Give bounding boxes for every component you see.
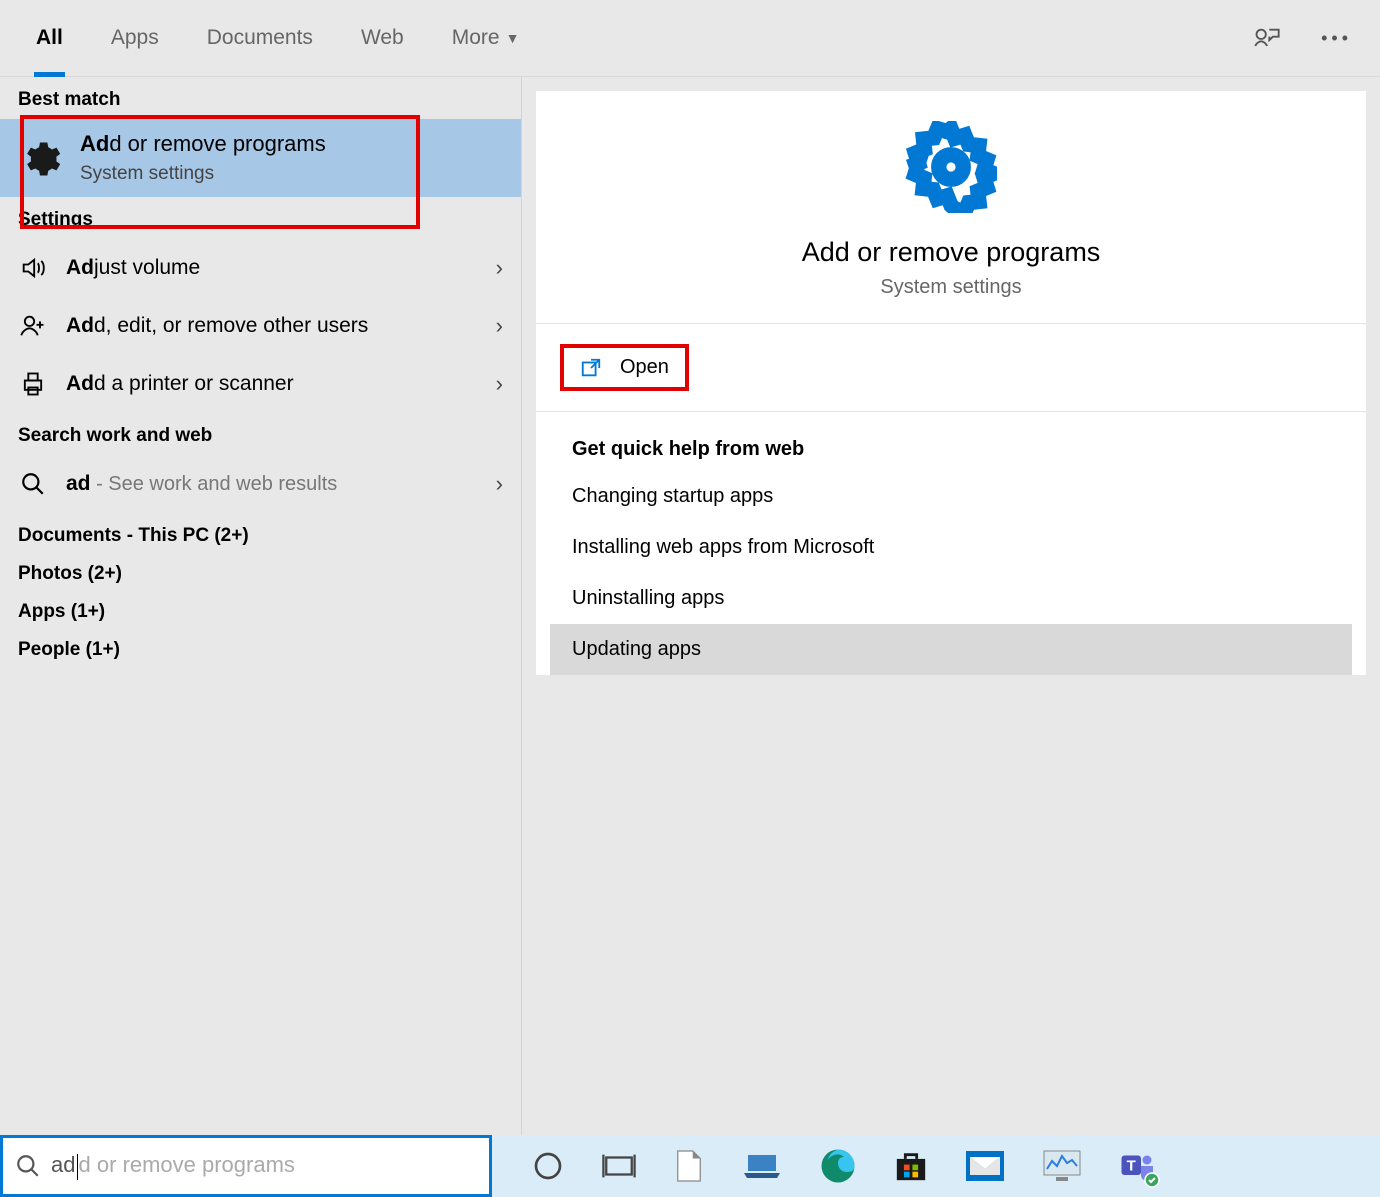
chevron-right-icon: › (496, 313, 503, 339)
preview-title: Add or remove programs (556, 237, 1346, 268)
microsoft-store-icon[interactable] (894, 1149, 928, 1183)
tab-documents[interactable]: Documents (183, 0, 337, 77)
chevron-right-icon: › (496, 255, 503, 281)
tab-web[interactable]: Web (337, 0, 428, 77)
group-people[interactable]: People (1+) (0, 627, 521, 665)
help-link-startup[interactable]: Changing startup apps (536, 471, 1366, 522)
open-label: Open (620, 356, 669, 379)
task-view-icon[interactable] (602, 1151, 636, 1181)
search-icon (15, 1153, 41, 1179)
feedback-icon[interactable] (1253, 25, 1281, 53)
search-work-web-label: Search work and web (0, 413, 521, 455)
tab-all[interactable]: All (12, 0, 87, 77)
filter-tabs: All Apps Documents Web More ▼ ••• (0, 0, 1380, 77)
cortana-icon[interactable] (532, 1150, 564, 1182)
gear-icon (556, 121, 1346, 213)
tab-more[interactable]: More ▼ (428, 0, 544, 77)
chevron-down-icon: ▼ (506, 30, 520, 46)
svg-text:T: T (1127, 1158, 1136, 1175)
chevron-right-icon: › (496, 371, 503, 397)
settings-item-other-users[interactable]: Add, edit, or remove other users › (0, 297, 521, 355)
settings-item-printer[interactable]: Add a printer or scanner › (0, 355, 521, 413)
search-input[interactable]: add or remove programs (0, 1135, 492, 1197)
gear-icon (18, 131, 62, 181)
best-match-label: Best match (0, 77, 521, 119)
help-link-install[interactable]: Installing web apps from Microsoft (536, 522, 1366, 573)
group-documents[interactable]: Documents - This PC (2+) (0, 513, 521, 551)
tab-apps[interactable]: Apps (87, 0, 183, 77)
open-button[interactable]: Open (564, 348, 685, 387)
app-monitor-icon[interactable] (1042, 1149, 1082, 1183)
results-panel: Best match Add or remove programs System… (0, 77, 522, 1135)
more-options-icon[interactable]: ••• (1321, 28, 1352, 49)
settings-item-adjust-volume[interactable]: Adjust volume › (0, 239, 521, 297)
printer-icon (18, 369, 48, 399)
search-icon (18, 469, 48, 499)
teams-icon[interactable]: T (1120, 1148, 1156, 1184)
mail-icon[interactable] (966, 1151, 1004, 1181)
speaker-icon (18, 253, 48, 283)
help-link-uninstall[interactable]: Uninstalling apps (536, 573, 1366, 624)
web-result-item[interactable]: ad - See work and web results › (0, 455, 521, 513)
app-laptop-icon[interactable] (742, 1151, 782, 1181)
preview-panel: Add or remove programs System settings O… (522, 77, 1380, 1135)
open-external-icon (580, 357, 602, 379)
taskbar: add or remove programs T (0, 1135, 1380, 1197)
edge-icon[interactable] (820, 1148, 856, 1184)
tab-more-label: More (452, 26, 500, 50)
help-link-updating[interactable]: Updating apps (550, 624, 1352, 675)
best-match-subtitle: System settings (80, 163, 326, 185)
help-title: Get quick help from web (572, 438, 1330, 461)
preview-subtitle: System settings (556, 276, 1346, 299)
best-match-item[interactable]: Add or remove programs System settings (0, 119, 521, 197)
group-apps[interactable]: Apps (1+) (0, 589, 521, 627)
user-plus-icon (18, 311, 48, 341)
settings-label: Settings (0, 197, 521, 239)
group-photos[interactable]: Photos (2+) (0, 551, 521, 589)
libreoffice-icon[interactable] (674, 1148, 704, 1184)
best-match-title: Add or remove programs (80, 131, 326, 157)
search-value: add or remove programs (51, 1152, 295, 1180)
chevron-right-icon: › (496, 471, 503, 497)
